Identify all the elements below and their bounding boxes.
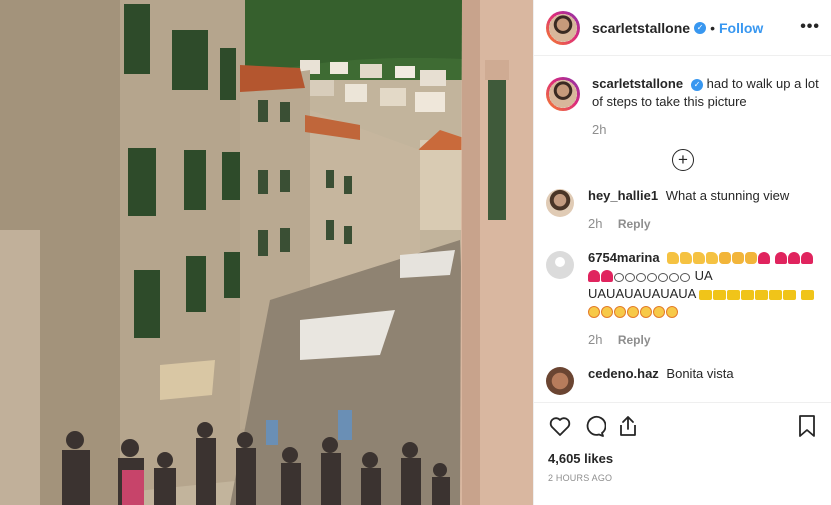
verified-badge-icon: ✓ — [691, 79, 704, 91]
verified-badge-icon: ✓ — [694, 21, 707, 34]
post-header: scarletstallone ✓ • Follow ••• — [534, 0, 831, 56]
speech-bubble-icon — [636, 273, 646, 282]
heart-emoji-icon — [787, 252, 800, 264]
speech-bubble-icon — [658, 273, 668, 282]
commenter-avatar[interactable] — [546, 189, 574, 217]
post-photo[interactable] — [0, 0, 533, 505]
post-timestamp[interactable]: 2 HOURS AGO — [548, 473, 818, 483]
caption: scarletstallone ✓ had to walk up a lot of… — [546, 75, 820, 139]
thumbs-up-icon — [693, 252, 706, 264]
comment-username[interactable]: cedeno.haz — [588, 366, 659, 381]
box-emoji-icon — [783, 290, 797, 300]
heart-icon[interactable] — [548, 414, 572, 438]
speech-bubble-icon — [647, 273, 657, 282]
follow-button[interactable]: Follow — [719, 20, 763, 36]
box-emoji-icon — [741, 290, 755, 300]
clap-icon — [719, 252, 732, 264]
comment-username[interactable]: hey_hallie1 — [588, 188, 658, 203]
comment-text: Bonita vista — [666, 366, 734, 381]
heart-eyes-icon — [627, 306, 639, 318]
thumbs-up-icon — [706, 252, 719, 264]
thumbs-up-icon — [667, 252, 680, 264]
box-emoji-icon — [755, 290, 769, 300]
heart-eyes-icon — [653, 306, 665, 318]
heart-emoji-icon — [800, 252, 813, 264]
heart-emoji-icon — [588, 270, 600, 282]
comment-time[interactable]: 2h — [588, 332, 602, 347]
post-username[interactable]: scarletstallone — [592, 20, 690, 36]
box-emoji-icon — [699, 290, 713, 300]
comment: 6754marina UA UAUAUAUAUAUA 2h Reply — [546, 249, 820, 349]
bookmark-icon[interactable] — [796, 414, 818, 438]
heart-eyes-icon — [666, 306, 678, 318]
heart-eyes-icon — [601, 306, 613, 318]
share-icon[interactable] — [616, 414, 640, 438]
load-more: + — [546, 149, 820, 171]
box-emoji-icon — [800, 290, 814, 300]
comment-username[interactable]: 6754marina — [588, 250, 660, 265]
clap-icon — [745, 252, 758, 264]
box-emoji-icon — [769, 290, 783, 300]
action-icons — [548, 411, 818, 441]
reply-button[interactable]: Reply — [618, 333, 651, 347]
plus-circle-icon[interactable]: + — [672, 149, 694, 171]
avatar[interactable] — [546, 10, 580, 45]
header-separator: • — [710, 19, 715, 36]
heart-eyes-icon — [614, 306, 626, 318]
comment-text: What a stunning view — [665, 188, 790, 203]
speech-bubble-icon — [625, 273, 635, 282]
comment: cedeno.haz Bonita vista — [546, 365, 820, 395]
heart-eyes-icon — [640, 306, 652, 318]
comment: hey_hallie1 What a stunning view 2h Repl… — [546, 187, 820, 233]
likes-count[interactable]: 4,605 likes — [548, 451, 818, 466]
caption-avatar[interactable] — [546, 77, 580, 111]
comment-time[interactable]: 2h — [588, 216, 602, 231]
thumbs-up-icon — [680, 252, 693, 264]
clap-icon — [732, 252, 745, 264]
speech-bubble-icon — [614, 273, 624, 282]
post-actions: 4,605 likes 2 HOURS AGO — [534, 402, 831, 505]
heart-eyes-icon — [588, 306, 600, 318]
comment-icon[interactable] — [582, 414, 606, 438]
box-emoji-icon — [727, 290, 741, 300]
speech-bubble-icon — [669, 273, 679, 282]
reply-button[interactable]: Reply — [618, 217, 651, 231]
heart-emoji-icon — [774, 252, 787, 264]
speech-bubble-icon — [680, 273, 690, 282]
commenter-avatar[interactable] — [546, 367, 574, 395]
box-emoji-icon — [713, 290, 727, 300]
instagram-post: scarletstallone ✓ • Follow ••• scarletst… — [0, 0, 831, 505]
caption-time[interactable]: 2h — [592, 122, 606, 137]
more-options-icon[interactable]: ••• — [800, 18, 820, 36]
heart-emoji-icon — [601, 270, 613, 282]
post-side-panel: scarletstallone ✓ • Follow ••• scarletst… — [533, 0, 831, 505]
commenter-avatar[interactable] — [546, 251, 574, 279]
caption-username[interactable]: scarletstallone — [592, 76, 683, 91]
heart-emoji-icon — [758, 252, 771, 264]
comments-list[interactable]: scarletstallone ✓ had to walk up a lot of… — [534, 57, 831, 402]
dubrovnik-street-photo — [0, 0, 533, 505]
